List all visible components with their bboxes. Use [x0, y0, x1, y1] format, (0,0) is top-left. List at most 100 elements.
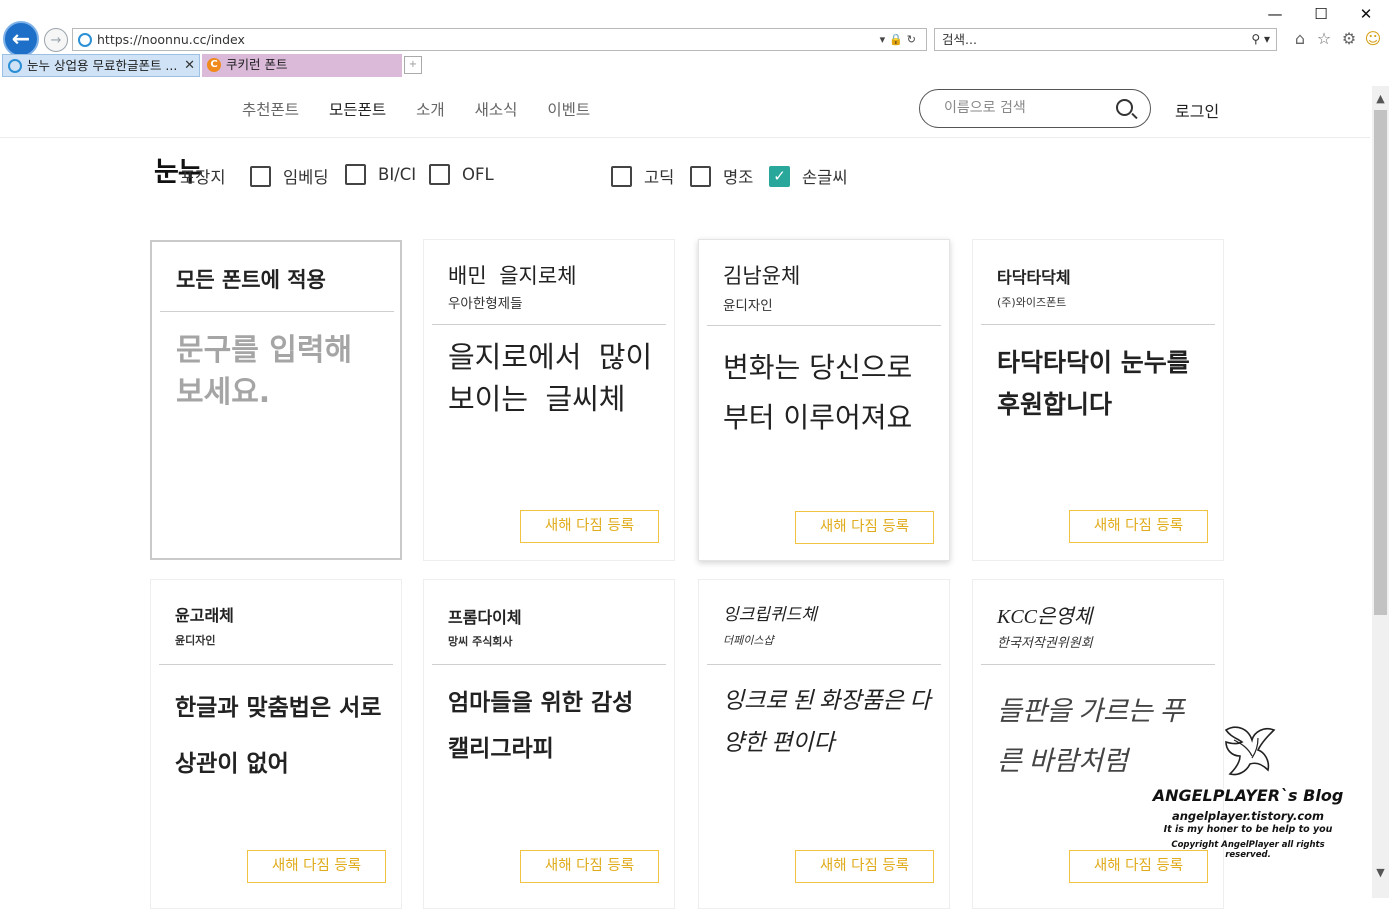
font-search-placeholder: 이름으로 검색 — [944, 100, 1026, 116]
font-maker: 우아한형제들 — [448, 296, 523, 312]
nav-news[interactable]: 새소식 — [475, 98, 518, 120]
ie-icon — [78, 33, 92, 47]
new-year-resolution-button[interactable]: 새해 다짐 등록 — [795, 850, 934, 883]
font-maker: 한국저작권위원회 — [997, 635, 1093, 650]
divider — [981, 324, 1215, 325]
divider — [159, 664, 393, 665]
tab-strip: 눈누 상업용 무료한글폰트 ... ✕ C 쿠키런 폰트 + — [0, 54, 1390, 77]
main-nav: 추천폰트 모든폰트 소개 새소식 이벤트 — [242, 98, 590, 120]
font-name: KCC은영체 — [997, 606, 1093, 628]
angel-bird-logo-icon — [1224, 726, 1276, 776]
font-maker: (주)와이즈폰트 — [997, 296, 1067, 309]
font-card[interactable]: 잉크립퀴드체 더페이스샵 잉크로 된 화장품은 다양한 편이다 새해 다짐 등록 — [698, 579, 950, 909]
font-name: 김남윤체 — [723, 264, 801, 288]
font-card[interactable]: 배민 을지로체 우아한형제들 을지로에서 많이 보이는 글씨체 새해 다짐 등록 — [423, 239, 675, 561]
login-link[interactable]: 로그인 — [1175, 98, 1219, 122]
filter-ofl[interactable]: OFL — [429, 164, 494, 185]
new-year-resolution-button[interactable]: 새해 다짐 등록 — [247, 850, 386, 883]
filter-label: 명조 — [723, 168, 754, 187]
font-maker: 윤디자인 — [175, 634, 216, 647]
watermark-tagline: It is my honer to be help to you — [1163, 824, 1333, 835]
font-sample: 을지로에서 많이 보이는 글씨체 — [448, 343, 653, 418]
nav-about[interactable]: 소개 — [416, 98, 445, 120]
filter-packaging[interactable]: 포장지 — [180, 164, 226, 188]
tab-noonnu[interactable]: 눈누 상업용 무료한글폰트 ... ✕ — [2, 54, 200, 77]
font-maker: 더페이스샵 — [723, 635, 774, 647]
scroll-thumb[interactable] — [1374, 110, 1387, 615]
new-year-resolution-button[interactable]: 새해 다짐 등록 — [520, 510, 659, 543]
font-name: 윤고래체 — [175, 606, 234, 625]
address-url: https://noonnu.cc/index — [97, 32, 245, 47]
forward-button[interactable]: → — [44, 28, 68, 52]
scroll-up-icon[interactable]: ▲ — [1372, 90, 1389, 107]
browser-search-placeholder: 검색... — [942, 32, 977, 47]
filter-label: 손글씨 — [802, 168, 848, 187]
font-card[interactable]: 윤고래체 윤디자인 한글과 맞춤법은 서로 상관이 없어 새해 다짐 등록 — [150, 579, 402, 909]
browser-chrome: — ☐ ✕ ← → https://noonnu.cc/index ▾🔒↻ 검색… — [0, 0, 1390, 78]
scroll-down-icon[interactable]: ▼ — [1372, 864, 1389, 881]
ie-favicon-icon — [8, 59, 22, 73]
font-name: 배민 을지로체 — [448, 267, 577, 290]
tab-label: 쿠키런 폰트 — [226, 57, 288, 72]
smiley-feedback-icon[interactable]: ☺ — [1363, 29, 1383, 49]
filter-label: 임베딩 — [283, 168, 329, 187]
divider — [707, 664, 941, 665]
divider — [707, 325, 941, 326]
search-icon[interactable]: ⚲ ▾ — [1251, 29, 1270, 50]
filter-handwriting[interactable]: ✓ 손글씨 — [769, 164, 848, 188]
divider — [432, 664, 666, 665]
site-header: 추천폰트 모든폰트 소개 새소식 이벤트 이름으로 검색 로그인 — [0, 78, 1370, 138]
font-sample: 엄마들을 위한 감성 캘리그라피 — [448, 690, 634, 762]
filter-myeongjo[interactable]: 명조 — [690, 164, 753, 188]
font-name: 잉크립퀴드체 — [723, 605, 817, 624]
checkbox[interactable] — [611, 165, 632, 187]
checkbox[interactable] — [429, 164, 450, 185]
close-tab-icon[interactable]: ✕ — [184, 55, 195, 77]
nav-events[interactable]: 이벤트 — [547, 98, 590, 120]
search-icon[interactable] — [1116, 99, 1133, 116]
back-button[interactable]: ← — [3, 21, 39, 57]
new-tab-button[interactable]: + — [404, 56, 422, 74]
close-window-icon[interactable]: ✕ — [1353, 5, 1379, 23]
checkbox-checked[interactable]: ✓ — [769, 165, 790, 187]
address-bar[interactable]: https://noonnu.cc/index ▾🔒↻ — [72, 28, 927, 51]
checkbox[interactable] — [690, 165, 711, 187]
apply-all-card[interactable]: 모든 폰트에 적용 문구를 입력해 보세요. — [150, 240, 402, 560]
divider — [160, 311, 394, 312]
apply-all-title: 모든 폰트에 적용 — [176, 268, 326, 292]
filter-embedding[interactable]: 임베딩 — [250, 164, 329, 188]
filter-bici[interactable]: BI/CI — [345, 164, 416, 185]
checkbox[interactable] — [250, 165, 271, 187]
new-year-resolution-button[interactable]: 새해 다짐 등록 — [795, 511, 934, 544]
nav-recommended[interactable]: 추천폰트 — [242, 98, 299, 120]
checkbox[interactable] — [345, 164, 366, 185]
blog-watermark: ANGELPLAYER`s Blog angelplayer.tistory.c… — [1148, 720, 1348, 860]
font-card[interactable]: 김남윤체 윤디자인 변화는 당신으로부터 이루어져요 새해 다짐 등록 — [698, 239, 950, 561]
arrow-right-icon: → — [50, 32, 62, 48]
new-year-resolution-button[interactable]: 새해 다짐 등록 — [520, 850, 659, 883]
filter-label: 포장지 — [180, 168, 226, 187]
font-maker: 윤디자인 — [723, 298, 773, 314]
divider — [981, 664, 1215, 665]
nav-all-fonts[interactable]: 모든폰트 — [329, 98, 386, 120]
tab-cookierun[interactable]: C 쿠키런 폰트 — [202, 54, 402, 77]
filter-gothic[interactable]: 고딕 — [611, 164, 674, 188]
settings-gear-icon[interactable]: ⚙ — [1339, 29, 1359, 49]
home-icon[interactable]: ⌂ — [1290, 29, 1310, 49]
font-search-input[interactable]: 이름으로 검색 — [919, 89, 1151, 128]
new-year-resolution-button[interactable]: 새해 다짐 등록 — [1069, 510, 1208, 543]
cookierun-favicon-icon: C — [207, 58, 221, 72]
tab-label: 눈누 상업용 무료한글폰트 ... — [27, 58, 178, 73]
font-card[interactable]: 프롬다이체 망씨 주식회사 엄마들을 위한 감성 캘리그라피 새해 다짐 등록 — [423, 579, 675, 909]
font-maker: 망씨 주식회사 — [448, 635, 513, 648]
watermark-copyright: Copyright AngelPlayer all rights reserve… — [1171, 840, 1325, 860]
browser-search-input[interactable]: 검색... ⚲ ▾ — [934, 28, 1277, 51]
minimize-icon[interactable]: — — [1262, 5, 1288, 23]
maximize-icon[interactable]: ☐ — [1308, 5, 1334, 23]
font-sample: 잉크로 된 화장품은 다양한 편이다 — [723, 688, 931, 755]
favorites-star-icon[interactable]: ☆ — [1314, 29, 1334, 49]
address-tools[interactable]: ▾🔒↻ — [880, 29, 920, 50]
page-scrollbar[interactable]: ▲ ▼ — [1372, 86, 1389, 898]
font-card[interactable]: 타닥타닥체 (주)와이즈폰트 타닥타닥이 눈누를 후원합니다 새해 다짐 등록 — [972, 239, 1224, 561]
sample-text-input[interactable]: 문구를 입력해 보세요. — [176, 330, 388, 414]
